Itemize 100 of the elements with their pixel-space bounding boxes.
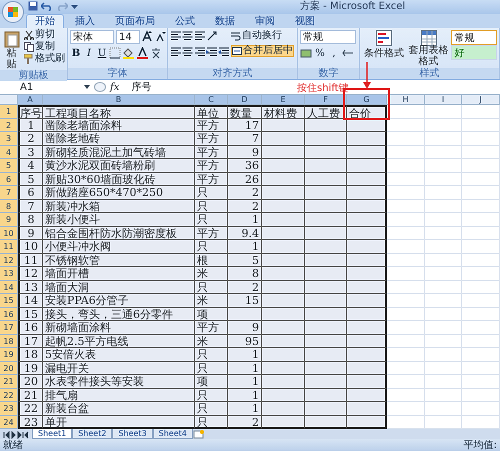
table-cell: 1: [228, 348, 262, 362]
toolbar-button[interactable]: 格式刷: [24, 53, 65, 65]
align-center-icon[interactable]: [182, 46, 194, 58]
ribbon-tab[interactable]: 数据: [206, 14, 244, 28]
ribbon-tab[interactable]: 插入: [66, 14, 104, 28]
ribbon-tab[interactable]: 开始: [26, 14, 64, 28]
name-box[interactable]: A1: [0, 82, 80, 92]
save-icon[interactable]: [28, 1, 38, 11]
undo-icon[interactable]: [41, 1, 53, 11]
column-header[interactable]: H: [387, 95, 425, 105]
table-cell: 新砌轻质混泥土加气砖墙: [43, 146, 195, 159]
row-header[interactable]: 14: [0, 280, 18, 294]
table-cell: [462, 172, 500, 186]
row-header[interactable]: 21: [0, 375, 18, 388]
row-header[interactable]: 2: [0, 118, 18, 132]
column-header[interactable]: A: [18, 95, 43, 105]
align-left-icon[interactable]: [170, 46, 182, 58]
column-header[interactable]: J: [462, 95, 500, 105]
row-header[interactable]: 6: [0, 172, 18, 186]
sheet-tab[interactable]: Sheet2: [72, 429, 112, 439]
dropdown-icon[interactable]: [84, 83, 90, 91]
insert-sheet-icon[interactable]: [192, 430, 205, 439]
ribbon-tab[interactable]: 审阅: [246, 14, 284, 28]
align-middle-icon[interactable]: [182, 30, 194, 42]
table-cell: [425, 105, 462, 118]
row-header[interactable]: 16: [0, 308, 18, 321]
wrap-text-button[interactable]: 自动换行: [231, 30, 294, 42]
row-header[interactable]: 8: [0, 200, 18, 213]
cell-style-button[interactable]: 常规: [451, 30, 498, 45]
row-header[interactable]: 18: [0, 334, 18, 348]
row-header[interactable]: 9: [0, 213, 18, 226]
shrink-font-icon[interactable]: [155, 30, 166, 42]
border-icon[interactable]: [109, 47, 121, 59]
font-name-field[interactable]: 宋体: [70, 30, 114, 44]
row-header[interactable]: 3: [0, 132, 18, 146]
row-header[interactable]: 13: [0, 267, 18, 280]
merge-center-button[interactable]: 合并后居中: [231, 45, 294, 57]
cell-style-button[interactable]: 好: [451, 45, 498, 60]
column-header[interactable]: I: [425, 95, 462, 105]
grow-font-icon[interactable]: [142, 30, 153, 42]
orientation-icon[interactable]: [206, 30, 218, 42]
ribbon-tab[interactable]: 视图: [286, 14, 324, 28]
row-header[interactable]: 11: [0, 240, 18, 254]
row-header[interactable]: 17: [0, 321, 18, 334]
column-header[interactable]: C: [195, 95, 228, 105]
align-bottom-icon[interactable]: [194, 30, 206, 42]
sheet-tab[interactable]: Sheet3: [112, 429, 153, 439]
row-header[interactable]: 15: [0, 294, 18, 308]
ribbon-tab[interactable]: 页面布局: [106, 14, 164, 28]
row-header[interactable]: 4: [0, 146, 18, 159]
column-header[interactable]: F: [305, 95, 347, 105]
format-table-button[interactable]: 套用表格格式: [408, 30, 450, 67]
number-format-field[interactable]: 常规: [300, 30, 356, 44]
table-cell: [347, 186, 387, 200]
phonetic-icon[interactable]: [150, 47, 160, 59]
row-header[interactable]: 5: [0, 159, 18, 172]
row-header[interactable]: 12: [0, 254, 18, 267]
conditional-format-button[interactable]: 条件格式: [362, 30, 406, 61]
toolbar-button[interactable]: 复制: [24, 41, 65, 53]
align-right-icon[interactable]: [194, 46, 206, 58]
row-header[interactable]: 20: [0, 362, 18, 375]
clipboard-icon: [4, 30, 20, 48]
align-top-icon[interactable]: [170, 30, 182, 42]
increase-indent-icon[interactable]: [218, 46, 230, 58]
row-header[interactable]: 7: [0, 186, 18, 200]
table-cell: [462, 186, 500, 200]
underline-button[interactable]: U: [96, 47, 108, 59]
table-cell: 1: [18, 118, 43, 132]
column-header[interactable]: E: [262, 95, 305, 105]
font-size-field[interactable]: 14: [116, 30, 140, 44]
row-header[interactable]: 24: [0, 416, 18, 429]
row-header[interactable]: 10: [0, 226, 18, 240]
table-bars-icon: [376, 30, 392, 46]
sheet-tab[interactable]: Sheet1: [32, 429, 72, 439]
sheet-tab[interactable]: Sheet4: [152, 429, 193, 439]
insert-function-button[interactable]: fx: [110, 82, 120, 92]
table-cell: 16: [18, 321, 43, 334]
paste-button[interactable]: 粘贴: [2, 30, 21, 70]
decrease-indent-icon[interactable]: [206, 46, 218, 58]
column-header[interactable]: D: [228, 95, 262, 105]
bold-button[interactable]: B: [70, 47, 82, 59]
row-header[interactable]: 1: [0, 105, 18, 118]
ribbon-tab[interactable]: 公式: [166, 14, 204, 28]
fill-color-icon[interactable]: [122, 47, 135, 59]
italic-button[interactable]: I: [83, 47, 95, 59]
comma-button[interactable]: ,: [328, 47, 340, 59]
percent-button[interactable]: %: [314, 47, 326, 59]
table-cell: 单位: [195, 105, 228, 118]
table-cell: 8: [228, 267, 262, 280]
table-cell: [262, 213, 305, 226]
toolbar-button[interactable]: 剪切: [24, 29, 65, 41]
increase-decimal-icon[interactable]: [342, 47, 354, 59]
column-header[interactable]: B: [43, 95, 195, 105]
table-cell: [305, 294, 347, 308]
row-header[interactable]: 19: [0, 348, 18, 362]
table-cell: 只: [195, 280, 228, 294]
row-header[interactable]: 23: [0, 402, 18, 416]
font-color-icon[interactable]: [136, 47, 149, 59]
column-header[interactable]: G: [347, 95, 387, 105]
row-header[interactable]: 22: [0, 388, 18, 402]
